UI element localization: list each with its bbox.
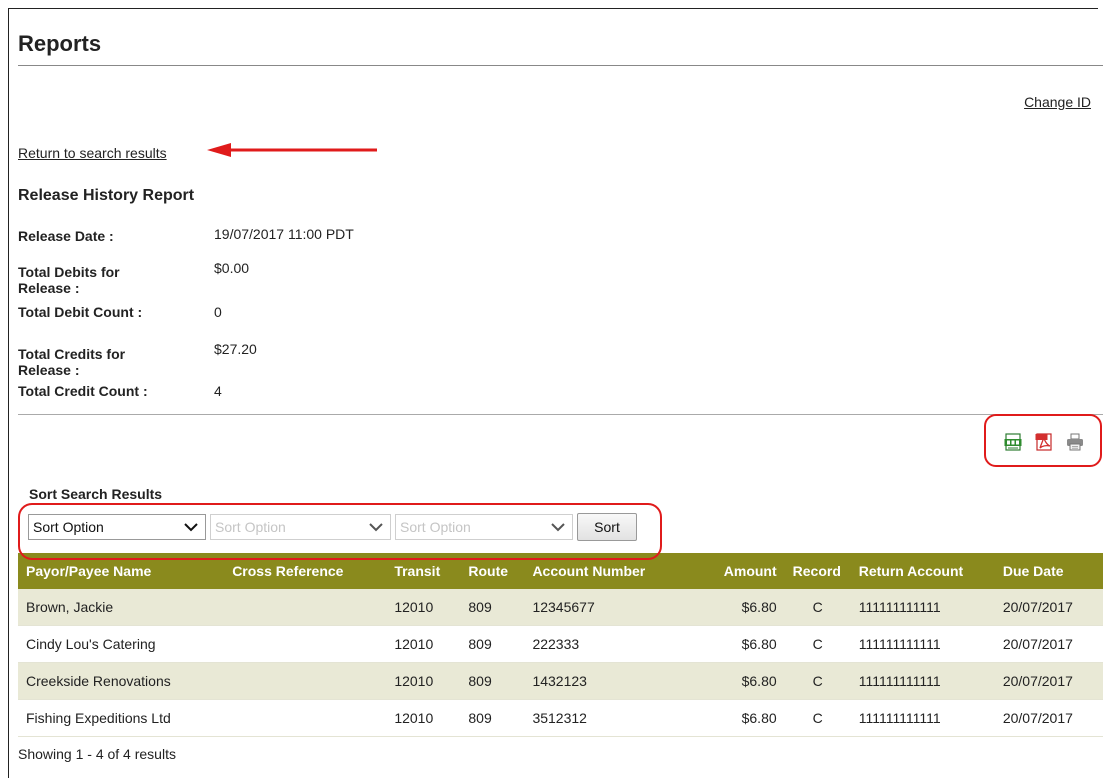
cell-record: C xyxy=(784,589,851,626)
cell-return-account: 111111111111 xyxy=(850,625,995,663)
sort-button[interactable]: Sort xyxy=(577,513,637,541)
print-icon[interactable] xyxy=(1066,433,1084,451)
chevron-down-icon xyxy=(369,523,383,532)
sort-option-3-value: Sort Option xyxy=(400,519,471,535)
column-header-due-date[interactable]: Due Date xyxy=(994,553,1103,589)
cell-transit: 12010 xyxy=(386,625,461,663)
cell-cross-reference xyxy=(224,625,387,663)
cell-return-account: 111111111111 xyxy=(850,699,995,737)
table-row: Brown, Jackie 12010 809 12345677 $6.80 C… xyxy=(18,589,1103,626)
cell-due-date: 20/07/2017 xyxy=(994,589,1103,626)
total-debits-value: $0.00 xyxy=(214,260,250,276)
sort-option-select-3[interactable]: Sort Option xyxy=(395,514,573,540)
cell-record: C xyxy=(784,662,851,700)
cell-cross-reference xyxy=(224,699,387,737)
cell-route: 809 xyxy=(460,699,525,737)
cell-record: C xyxy=(784,625,851,663)
cell-amount: $6.80 xyxy=(690,625,785,663)
page-title: Reports xyxy=(18,31,102,56)
cell-record: C xyxy=(784,699,851,737)
cell-return-account: 111111111111 xyxy=(850,662,995,700)
results-table: Payor/Payee Name Cross Reference Transit… xyxy=(18,553,1103,737)
cell-transit: 12010 xyxy=(386,589,461,626)
cell-route: 809 xyxy=(460,662,525,700)
column-header-account-number[interactable]: Account Number xyxy=(524,553,691,589)
release-date-label: Release Date : xyxy=(18,228,114,244)
cell-transit: 12010 xyxy=(386,662,461,700)
title-divider xyxy=(18,65,1103,66)
sort-option-2-value: Sort Option xyxy=(215,519,286,535)
release-date-value: 19/07/2017 11:00 PDT xyxy=(214,226,354,242)
annotation-arrow xyxy=(207,143,377,157)
info-divider xyxy=(18,414,1103,415)
total-credits-value: $27.20 xyxy=(214,341,257,357)
column-header-record[interactable]: Record xyxy=(784,553,851,589)
table-row: Creekside Renovations 12010 809 1432123 … xyxy=(18,662,1103,700)
table-header-row: Payor/Payee Name Cross Reference Transit… xyxy=(18,553,1103,589)
credit-count-label: Total Credit Count : xyxy=(18,383,148,399)
column-header-name[interactable]: Payor/Payee Name xyxy=(18,553,225,589)
cell-due-date: 20/07/2017 xyxy=(994,625,1103,663)
total-debits-label-line1: Total Debits for xyxy=(18,264,120,280)
column-header-amount[interactable]: Amount xyxy=(690,553,785,589)
column-header-cross-reference[interactable]: Cross Reference xyxy=(224,553,387,589)
column-header-route[interactable]: Route xyxy=(460,553,525,589)
pdf-icon[interactable] xyxy=(1035,433,1053,451)
column-header-return-account[interactable]: Return Account xyxy=(850,553,995,589)
sort-option-select-2[interactable]: Sort Option xyxy=(210,514,391,540)
cell-account-number: 3512312 xyxy=(524,699,691,737)
chevron-down-icon xyxy=(551,523,565,532)
total-debits-label-line2: Release : xyxy=(18,280,80,296)
sort-search-results-label: Sort Search Results xyxy=(29,486,163,502)
csv-icon[interactable] xyxy=(1004,433,1022,451)
sort-option-1-value: Sort Option xyxy=(33,519,104,535)
column-header-transit[interactable]: Transit xyxy=(386,553,461,589)
cell-cross-reference xyxy=(224,662,387,700)
cell-account-number: 222333 xyxy=(524,625,691,663)
cell-account-number: 12345677 xyxy=(524,589,691,626)
cell-due-date: 20/07/2017 xyxy=(994,662,1103,700)
cell-transit: 12010 xyxy=(386,699,461,737)
debit-count-value: 0 xyxy=(214,304,222,320)
debit-count-label: Total Debit Count : xyxy=(18,304,143,320)
return-to-search-results-link[interactable]: Return to search results xyxy=(18,145,167,161)
cell-cross-reference xyxy=(224,589,387,626)
cell-route: 809 xyxy=(460,589,525,626)
cell-due-date: 20/07/2017 xyxy=(994,699,1103,737)
cell-name: Fishing Expeditions Ltd xyxy=(18,699,225,737)
cell-route: 809 xyxy=(460,625,525,663)
results-count-text: Showing 1 - 4 of 4 results xyxy=(18,746,176,762)
report-title: Release History Report xyxy=(18,187,195,204)
cell-amount: $6.80 xyxy=(690,589,785,626)
table-row: Fishing Expeditions Ltd 12010 809 351231… xyxy=(18,699,1103,737)
cell-name: Brown, Jackie xyxy=(18,589,225,626)
credit-count-value: 4 xyxy=(214,383,222,399)
total-credits-label-line2: Release : xyxy=(18,362,80,378)
cell-name: Cindy Lou's Catering xyxy=(18,625,225,663)
cell-account-number: 1432123 xyxy=(524,662,691,700)
chevron-down-icon xyxy=(184,523,198,532)
sort-option-select-1[interactable]: Sort Option xyxy=(28,514,206,540)
cell-name: Creekside Renovations xyxy=(18,662,225,700)
cell-return-account: 111111111111 xyxy=(850,589,995,626)
table-row: Cindy Lou's Catering 12010 809 222333 $6… xyxy=(18,625,1103,663)
cell-amount: $6.80 xyxy=(690,699,785,737)
cell-amount: $6.80 xyxy=(690,662,785,700)
change-id-link[interactable]: Change ID xyxy=(1024,94,1091,110)
total-credits-label-line1: Total Credits for xyxy=(18,346,126,362)
